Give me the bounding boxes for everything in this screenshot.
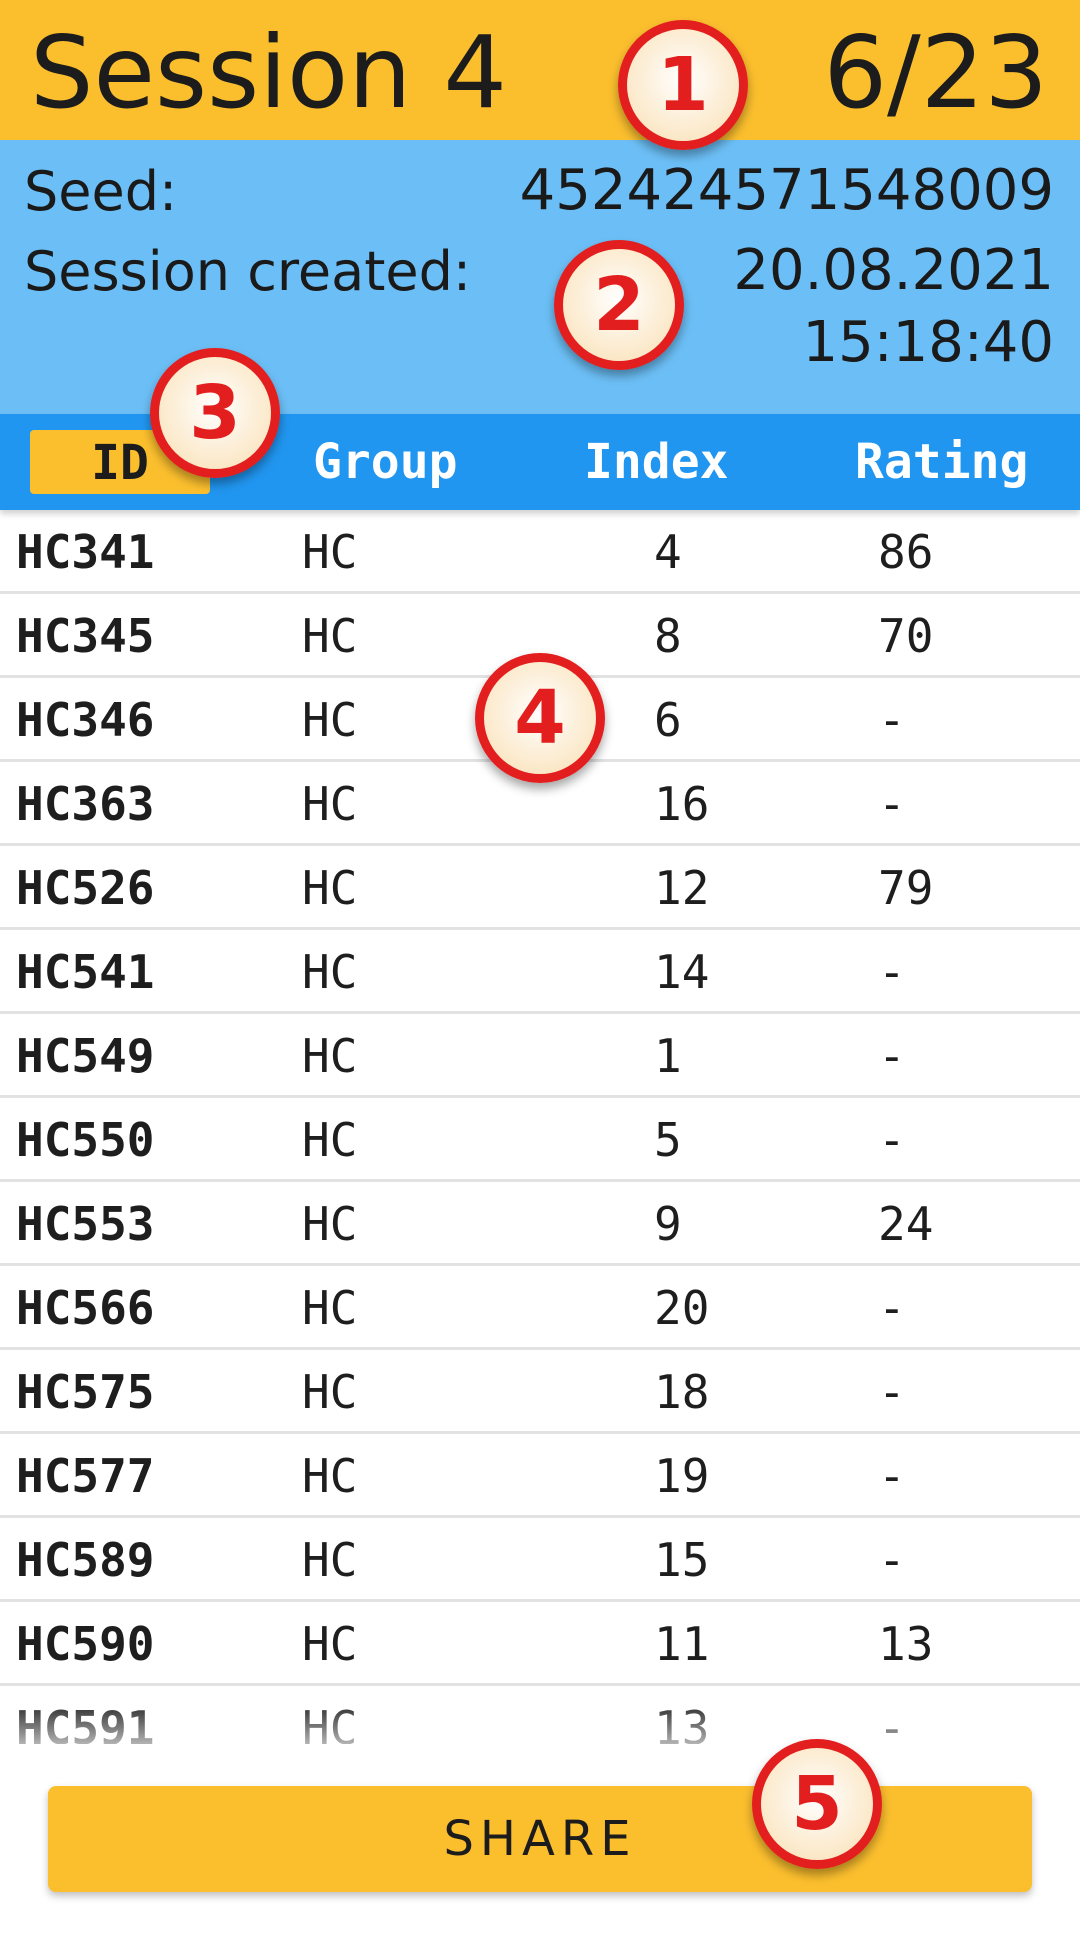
column-header-rating[interactable]: Rating [855,414,1028,510]
cell-rating: - [878,693,906,747]
annotation-marker-4: 4 [475,653,605,783]
table-row[interactable]: HC550 HC 5 - [0,1098,1080,1182]
session-created-time: 15:18:40 [802,310,1054,375]
cell-id: HC575 [16,1365,155,1419]
cell-rating: - [878,1281,906,1335]
cell-group: HC [302,861,358,915]
session-created-label: Session created: [24,240,472,303]
annotation-marker-1: 1 [618,20,748,150]
table-row[interactable]: HC541 HC 14 - [0,930,1080,1014]
cell-group: HC [302,1365,358,1419]
cell-id: HC526 [16,861,155,915]
column-header-group[interactable]: Group [313,414,458,510]
cell-group: HC [302,1029,358,1083]
session-counter: 6/23 [823,14,1048,131]
table-row[interactable]: HC526 HC 12 79 [0,846,1080,930]
cell-index: 11 [654,1617,710,1671]
cell-group: HC [302,1281,358,1335]
seed-label: Seed: [24,160,178,223]
cell-index: 12 [654,861,710,915]
cell-index: 1 [654,1029,682,1083]
table-row[interactable]: HC589 HC 15 - [0,1518,1080,1602]
cell-group: HC [302,777,358,831]
cell-rating: - [878,1365,906,1419]
table-row[interactable]: HC549 HC 1 - [0,1014,1080,1098]
cell-rating: - [878,1533,906,1587]
table-row[interactable]: HC553 HC 9 24 [0,1182,1080,1266]
cell-id: HC577 [16,1449,155,1503]
cell-index: 6 [654,693,682,747]
cell-group: HC [302,1197,358,1251]
cell-index: 9 [654,1197,682,1251]
session-info-panel: Seed: 452424571548009 Session created: 2… [0,140,1080,414]
cell-rating: 70 [878,609,934,663]
session-title: Session 4 [30,14,507,131]
cell-id: HC553 [16,1197,155,1251]
cell-index: 19 [654,1449,710,1503]
session-created-date: 20.08.2021 [733,238,1054,303]
table-row[interactable]: HC575 HC 18 - [0,1350,1080,1434]
cell-rating: - [878,1029,906,1083]
cell-id: HC589 [16,1533,155,1587]
cell-index: 13 [654,1701,710,1744]
cell-id: HC346 [16,693,155,747]
table-row[interactable]: HC590 HC 11 13 [0,1602,1080,1686]
cell-id: HC341 [16,525,155,579]
cell-id: HC591 [16,1701,155,1744]
cell-rating: 86 [878,525,934,579]
cell-index: 15 [654,1533,710,1587]
cell-group: HC [302,1617,358,1671]
table-row[interactable]: HC577 HC 19 - [0,1434,1080,1518]
cell-id: HC345 [16,609,155,663]
annotation-marker-3: 3 [150,348,280,478]
cell-rating: 13 [878,1617,934,1671]
table-row[interactable]: HC341 HC 4 86 [0,510,1080,594]
annotation-marker-5: 5 [752,1739,882,1869]
cell-group: HC [302,693,358,747]
cell-rating: - [878,1113,906,1167]
cell-rating: - [878,945,906,999]
cell-rating: - [878,1701,906,1744]
cell-index: 5 [654,1113,682,1167]
cell-group: HC [302,525,358,579]
cell-index: 14 [654,945,710,999]
cell-rating: - [878,1449,906,1503]
session-header: Session 4 6/23 [0,0,1080,140]
column-header-index[interactable]: Index [584,414,729,510]
cell-index: 20 [654,1281,710,1335]
cell-id: HC363 [16,777,155,831]
cell-group: HC [302,1533,358,1587]
cell-index: 8 [654,609,682,663]
seed-value: 452424571548009 [519,158,1054,223]
cell-id: HC549 [16,1029,155,1083]
cell-index: 4 [654,525,682,579]
cell-index: 18 [654,1365,710,1419]
cell-index: 16 [654,777,710,831]
cell-id: HC590 [16,1617,155,1671]
cell-id: HC566 [16,1281,155,1335]
cell-rating: 24 [878,1197,934,1251]
table-row[interactable]: HC566 HC 20 - [0,1266,1080,1350]
cell-id: HC550 [16,1113,155,1167]
table-row[interactable]: HC591 HC 13 - [0,1686,1080,1744]
cell-rating: - [878,777,906,831]
annotation-marker-2: 2 [554,240,684,370]
cell-id: HC541 [16,945,155,999]
cell-group: HC [302,609,358,663]
share-button[interactable]: SHARE [48,1786,1032,1892]
cell-group: HC [302,1113,358,1167]
cell-group: HC [302,945,358,999]
cell-group: HC [302,1701,358,1744]
cell-group: HC [302,1449,358,1503]
cell-rating: 79 [878,861,934,915]
